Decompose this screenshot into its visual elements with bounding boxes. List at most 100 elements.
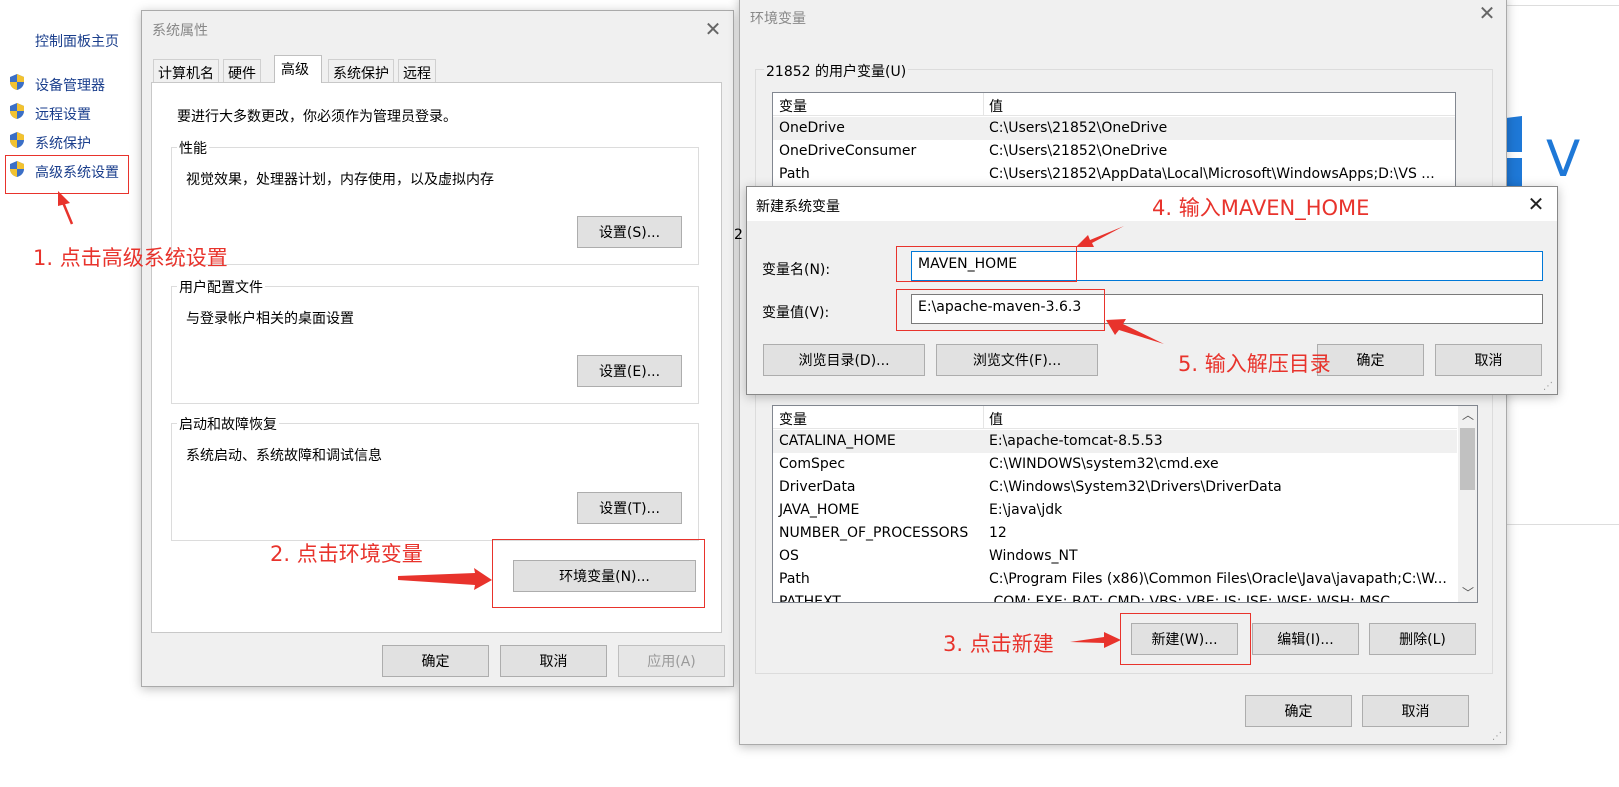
delete-variable-button[interactable]: 删除(L) (1369, 623, 1476, 655)
variable-name: CATALINA_HOME (779, 433, 896, 449)
svg-text:V: V (1546, 130, 1580, 188)
variable-name: NUMBER_OF_PROCESSORS (779, 525, 969, 541)
close-icon[interactable]: ✕ (703, 19, 723, 39)
tab-advanced[interactable]: 高级 (274, 55, 322, 83)
cancel-button[interactable]: 取消 (1435, 344, 1542, 376)
variable-name: DriverData (779, 479, 856, 495)
user-profiles-settings-button[interactable]: 设置(E)... (577, 355, 682, 387)
highlight-advanced-settings (5, 155, 129, 194)
annotation-step-5: 5. 输入解压目录 (1178, 352, 1331, 376)
annotation-step-4: 4. 输入MAVEN_HOME (1152, 196, 1370, 220)
startup-recovery-label: 启动和故障恢复 (177, 414, 279, 434)
table-row[interactable]: CATALINA_HOME E:\apache-tomcat-8.5.53 (773, 430, 1457, 453)
browse-file-button[interactable]: 浏览文件(F)... (936, 344, 1098, 376)
variable-value: C:\Program Files (x86)\Common Files\Orac… (989, 571, 1447, 587)
variable-value: C:\WINDOWS\system32\cmd.exe (989, 456, 1219, 472)
arrow-step-1 (60, 199, 74, 225)
variable-name: OneDriveConsumer (779, 143, 917, 159)
variable-name: PATHEXT (779, 594, 841, 603)
table-row[interactable]: NUMBER_OF_PROCESSORS 12 (773, 522, 1457, 545)
variable-name: OneDrive (779, 120, 845, 136)
performance-settings-button[interactable]: 设置(S)... (577, 216, 682, 248)
scrollbar[interactable]: ︿ ﹀ (1458, 406, 1477, 602)
browse-directory-button[interactable]: 浏览目录(D)... (763, 344, 925, 376)
sidebar-item-device-manager[interactable]: 设备管理器 (8, 73, 128, 95)
admin-note: 要进行大多数更改，你必须作为管理员登录。 (177, 109, 457, 125)
tab-hardware[interactable]: 硬件 (223, 59, 261, 83)
variable-name-label: 变量名(N): (762, 262, 831, 278)
cancel-button[interactable]: 取消 (1362, 695, 1469, 727)
table-row[interactable]: Path C:\Program Files (x86)\Common Files… (773, 568, 1457, 591)
highlight-new-button (1120, 613, 1251, 665)
variable-value: Windows_NT (989, 548, 1078, 564)
list-header: 变量 值 (773, 406, 1457, 429)
user-profiles-group: 用户配置文件 与登录帐户相关的桌面设置 设置(E)... (171, 277, 699, 404)
variable-value: C:\Users\21852\AppData\Local\Microsoft\W… (989, 166, 1435, 182)
table-row[interactable]: JAVA_HOME E:\java\jdk (773, 499, 1457, 522)
sidebar-item-label: 远程设置 (35, 107, 91, 123)
sidebar-item-label: 系统保护 (35, 136, 91, 152)
background-divider (1506, 524, 1619, 525)
highlight-value-input (896, 289, 1105, 331)
column-header-value[interactable]: 值 (989, 96, 1003, 116)
startup-recovery-settings-button[interactable]: 设置(T)... (577, 492, 682, 524)
column-header-variable[interactable]: 变量 (779, 96, 807, 116)
annotation-step-3: 3. 点击新建 (943, 632, 1054, 656)
resize-grip-icon[interactable]: ⋰ (1492, 731, 1502, 742)
ok-button[interactable]: 确定 (1245, 695, 1352, 727)
sidebar-item-system-protection[interactable]: 系统保护 (8, 131, 128, 153)
ok-button[interactable]: 确定 (1317, 344, 1424, 376)
table-row[interactable]: PATHEXT .COM;.EXE;.BAT;.CMD;.VBS;.VBE;.J… (773, 591, 1457, 603)
cancel-button[interactable]: 取消 (500, 645, 607, 677)
table-row[interactable]: Path C:\Users\21852\AppData\Local\Micros… (773, 163, 1455, 186)
variable-value: E:\java\jdk (989, 502, 1063, 518)
shield-icon (10, 132, 24, 148)
variable-value: C:\Users\21852\OneDrive (989, 143, 1168, 159)
user-variables-label: 21852 的用户变量(U) (764, 61, 909, 81)
table-row[interactable]: OneDriveConsumer C:\Users\21852\OneDrive (773, 140, 1455, 163)
table-row[interactable]: ComSpec C:\WINDOWS\system32\cmd.exe (773, 453, 1457, 476)
apply-button[interactable]: 应用(A) (618, 645, 725, 677)
variable-value: C:\Users\21852\OneDrive (989, 120, 1168, 136)
system-variables-list[interactable]: 变量 值 CATALINA_HOME E:\apache-tomcat-8.5.… (772, 405, 1478, 603)
ok-button[interactable]: 确定 (382, 645, 489, 677)
window-title: 系统属性 (152, 23, 208, 39)
highlight-env-button (492, 539, 705, 608)
sidebar-item-label: 设备管理器 (35, 78, 105, 94)
close-icon[interactable]: ✕ (1526, 194, 1546, 214)
scroll-up-icon[interactable]: ︿ (1462, 406, 1474, 423)
startup-recovery-desc: 系统启动、系统故障和调试信息 (186, 448, 382, 464)
variable-name: OS (779, 548, 799, 564)
scroll-down-icon[interactable]: ﹀ (1462, 584, 1474, 601)
column-header-variable[interactable]: 变量 (779, 409, 807, 429)
table-row[interactable]: OS Windows_NT (773, 545, 1457, 568)
variable-value: 12 (989, 525, 1007, 541)
performance-label: 性能 (177, 138, 209, 158)
variable-value-label: 变量值(V): (762, 305, 830, 321)
dialog-title: 新建系统变量 (756, 199, 840, 215)
highlight-name-input (896, 246, 1077, 282)
close-icon[interactable]: ✕ (1477, 3, 1497, 23)
variable-name: ComSpec (779, 456, 846, 472)
user-profiles-label: 用户配置文件 (177, 277, 265, 297)
variable-name: Path (779, 166, 810, 182)
scrollbar-thumb[interactable] (1460, 428, 1475, 490)
table-row[interactable]: DriverData C:\Windows\System32\Drivers\D… (773, 476, 1457, 499)
column-header-value[interactable]: 值 (989, 409, 1003, 429)
performance-desc: 视觉效果，处理器计划，内存使用，以及虚拟内存 (186, 172, 494, 188)
shield-icon (10, 103, 24, 119)
control-panel-home-link[interactable]: 控制面板主页 (35, 31, 119, 51)
edit-variable-button[interactable]: 编辑(I)... (1252, 623, 1359, 655)
user-variables-list[interactable]: 变量 值 OneDrive C:\Users\21852\OneDrive On… (772, 92, 1456, 192)
tab-system-protection[interactable]: 系统保护 (328, 59, 394, 83)
variable-value: E:\apache-tomcat-8.5.53 (989, 433, 1163, 449)
variable-value: C:\Windows\System32\Drivers\DriverData (989, 479, 1282, 495)
system-variables-label-fragment: 2 (734, 227, 743, 243)
performance-group: 性能 视觉效果，处理器计划，内存使用，以及虚拟内存 设置(S)... (171, 138, 699, 265)
tab-computer-name[interactable]: 计算机名 (153, 59, 219, 83)
resize-grip-icon[interactable]: ⋰ (1543, 381, 1553, 392)
sidebar-item-remote-settings[interactable]: 远程设置 (8, 102, 128, 124)
tab-remote[interactable]: 远程 (398, 59, 436, 83)
variable-name: JAVA_HOME (779, 502, 860, 518)
table-row[interactable]: OneDrive C:\Users\21852\OneDrive (773, 117, 1455, 140)
